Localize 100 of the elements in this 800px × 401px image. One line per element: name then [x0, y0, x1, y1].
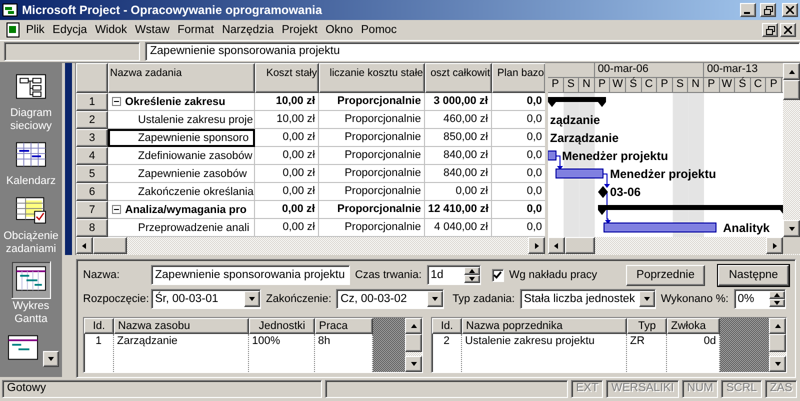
link-arrow	[556, 156, 563, 170]
scroll-up-button[interactable]	[405, 318, 422, 334]
entry-field[interactable]: Zapewnienie sponsorowania projektu	[145, 42, 800, 61]
milestone-diamond	[598, 186, 608, 198]
scroll-left-button[interactable]	[76, 237, 93, 254]
scroll-right-button[interactable]	[528, 237, 545, 254]
task-type-dropdown[interactable]: Stała liczba jednostek	[520, 289, 656, 309]
restore-button[interactable]	[762, 23, 778, 37]
vertical-scrollbar[interactable]	[405, 318, 422, 372]
task-name: Zapewnienie zasobów	[138, 168, 247, 180]
arrow-icon	[410, 360, 418, 368]
scroll-thumb[interactable]	[565, 237, 595, 254]
scroll-thumb[interactable]	[783, 80, 800, 100]
scroll-up-button[interactable]	[769, 318, 786, 334]
field-label: Typ zadania:	[452, 293, 515, 305]
dropdown-arrow-icon	[46, 355, 54, 363]
menu-item[interactable]: Pomoc	[357, 24, 401, 36]
scroll-thumb[interactable]	[93, 237, 127, 254]
day-header: W	[720, 78, 736, 92]
column-header[interactable]: Typ	[627, 318, 667, 334]
scroll-down-button[interactable]	[405, 356, 422, 372]
column-header[interactable]: oszt całkowit	[425, 63, 492, 93]
table-cell: 840,00 zł	[425, 147, 492, 165]
table-cell: Proporcjonalnie	[319, 165, 425, 183]
horizontal-scrollbar[interactable]	[76, 237, 545, 255]
start-date-dropdown[interactable]: Śr, 00-03-01	[151, 289, 261, 309]
column-header[interactable]: Nazwa zasobu	[114, 318, 249, 334]
link-arrow	[602, 192, 611, 224]
checkbox[interactable]	[492, 268, 504, 282]
column-header[interactable]: Praca	[315, 318, 373, 334]
dropdown-arrow-icon	[642, 295, 651, 303]
column-header[interactable]: Id.	[432, 318, 462, 334]
calendar-icon	[14, 140, 48, 169]
nav-button[interactable]: Następne	[718, 264, 789, 286]
arrow-icon	[774, 360, 782, 368]
dropdown-button[interactable]	[42, 351, 58, 367]
minimize-button[interactable]	[740, 3, 756, 17]
select-all-header[interactable]	[76, 63, 108, 93]
document-icon	[4, 22, 22, 38]
restore-button[interactable]	[760, 3, 776, 17]
summary-bar	[548, 97, 606, 107]
day-header: C	[750, 78, 766, 92]
scroll-right-button[interactable]	[766, 237, 783, 254]
scroll-thumb[interactable]	[769, 334, 786, 352]
app-icon	[2, 2, 18, 18]
table-cell: Proporcjonalnie	[319, 111, 425, 129]
menu-item[interactable]: Format	[174, 24, 218, 36]
close-button[interactable]	[780, 23, 796, 37]
collapse-icon[interactable]	[112, 205, 121, 214]
close-button[interactable]	[782, 3, 798, 17]
table-cell: Proporcjonalnie	[319, 147, 425, 165]
scroll-thumb[interactable]	[405, 334, 422, 352]
view-label: Obciążenie zadaniami	[2, 230, 60, 256]
collapse-icon[interactable]	[112, 97, 121, 106]
menu-item[interactable]: Wstaw	[131, 24, 174, 36]
nav-button[interactable]: Poprzednie	[626, 264, 705, 286]
duration-spinner[interactable]: 1d	[426, 265, 481, 285]
scroll-down-button[interactable]	[783, 220, 800, 237]
horizontal-scrollbar[interactable]	[548, 237, 800, 255]
menu-item[interactable]: Okno	[322, 24, 358, 36]
scroll-down-button[interactable]	[769, 356, 786, 372]
arrow-icon	[532, 242, 540, 250]
column-header[interactable]: Nazwa poprzednika	[462, 318, 627, 334]
table-cell: 12 410,00 zł	[425, 201, 492, 219]
arrow-icon	[770, 242, 778, 250]
menu-item[interactable]: Narzędzia	[218, 24, 278, 36]
status-indicator: NUM	[682, 380, 718, 398]
arrow-icon	[410, 322, 418, 330]
table-cell: Proporcjonalnie	[319, 183, 425, 201]
table-cell: 3 000,00 zł	[425, 93, 492, 111]
task-name: Przeprowadzenie anali	[138, 222, 250, 234]
field-label: Zakończenie:	[266, 293, 332, 305]
finish-date-dropdown[interactable]: Cz, 00-03-02	[336, 289, 444, 309]
column-header[interactable]: Koszt stały	[255, 63, 319, 93]
row-number: 3	[76, 129, 108, 147]
task-name: Zapewnienie sponsoro	[138, 132, 249, 144]
menu-item[interactable]: Edycja	[48, 24, 92, 36]
column-header[interactable]: Nazwa zadania	[108, 63, 255, 93]
menu-item[interactable]: Widok	[91, 24, 132, 36]
scroll-up-button[interactable]	[783, 63, 800, 80]
view-button[interactable]	[11, 261, 51, 299]
grid-cell: Zarządzanie	[114, 334, 249, 372]
vertical-scrollbar[interactable]	[769, 318, 786, 372]
percent-complete-spinner[interactable]: 0%	[734, 289, 786, 309]
column-header[interactable]: liczanie kosztu stałe	[319, 63, 425, 93]
table-cell: 0,00 zł	[425, 183, 492, 201]
row-number: 5	[76, 165, 108, 183]
menu-item[interactable]: Projekt	[278, 24, 322, 36]
scroll-left-button[interactable]	[548, 237, 565, 254]
column-header[interactable]: Jednostki	[249, 318, 315, 334]
day-header: P	[766, 78, 782, 92]
column-header[interactable]: Plan bazo	[492, 63, 546, 93]
row-number: 2	[76, 111, 108, 129]
task-bar	[556, 168, 604, 178]
vertical-scrollbar[interactable]	[783, 63, 800, 237]
menu-item[interactable]: Plik	[22, 24, 49, 36]
name-field[interactable]: Zapewnienie sponsorowania projektu	[151, 265, 350, 285]
column-header[interactable]: Id.	[84, 318, 114, 334]
day-header: P	[704, 78, 720, 92]
column-header[interactable]: Zwłoka	[667, 318, 720, 334]
